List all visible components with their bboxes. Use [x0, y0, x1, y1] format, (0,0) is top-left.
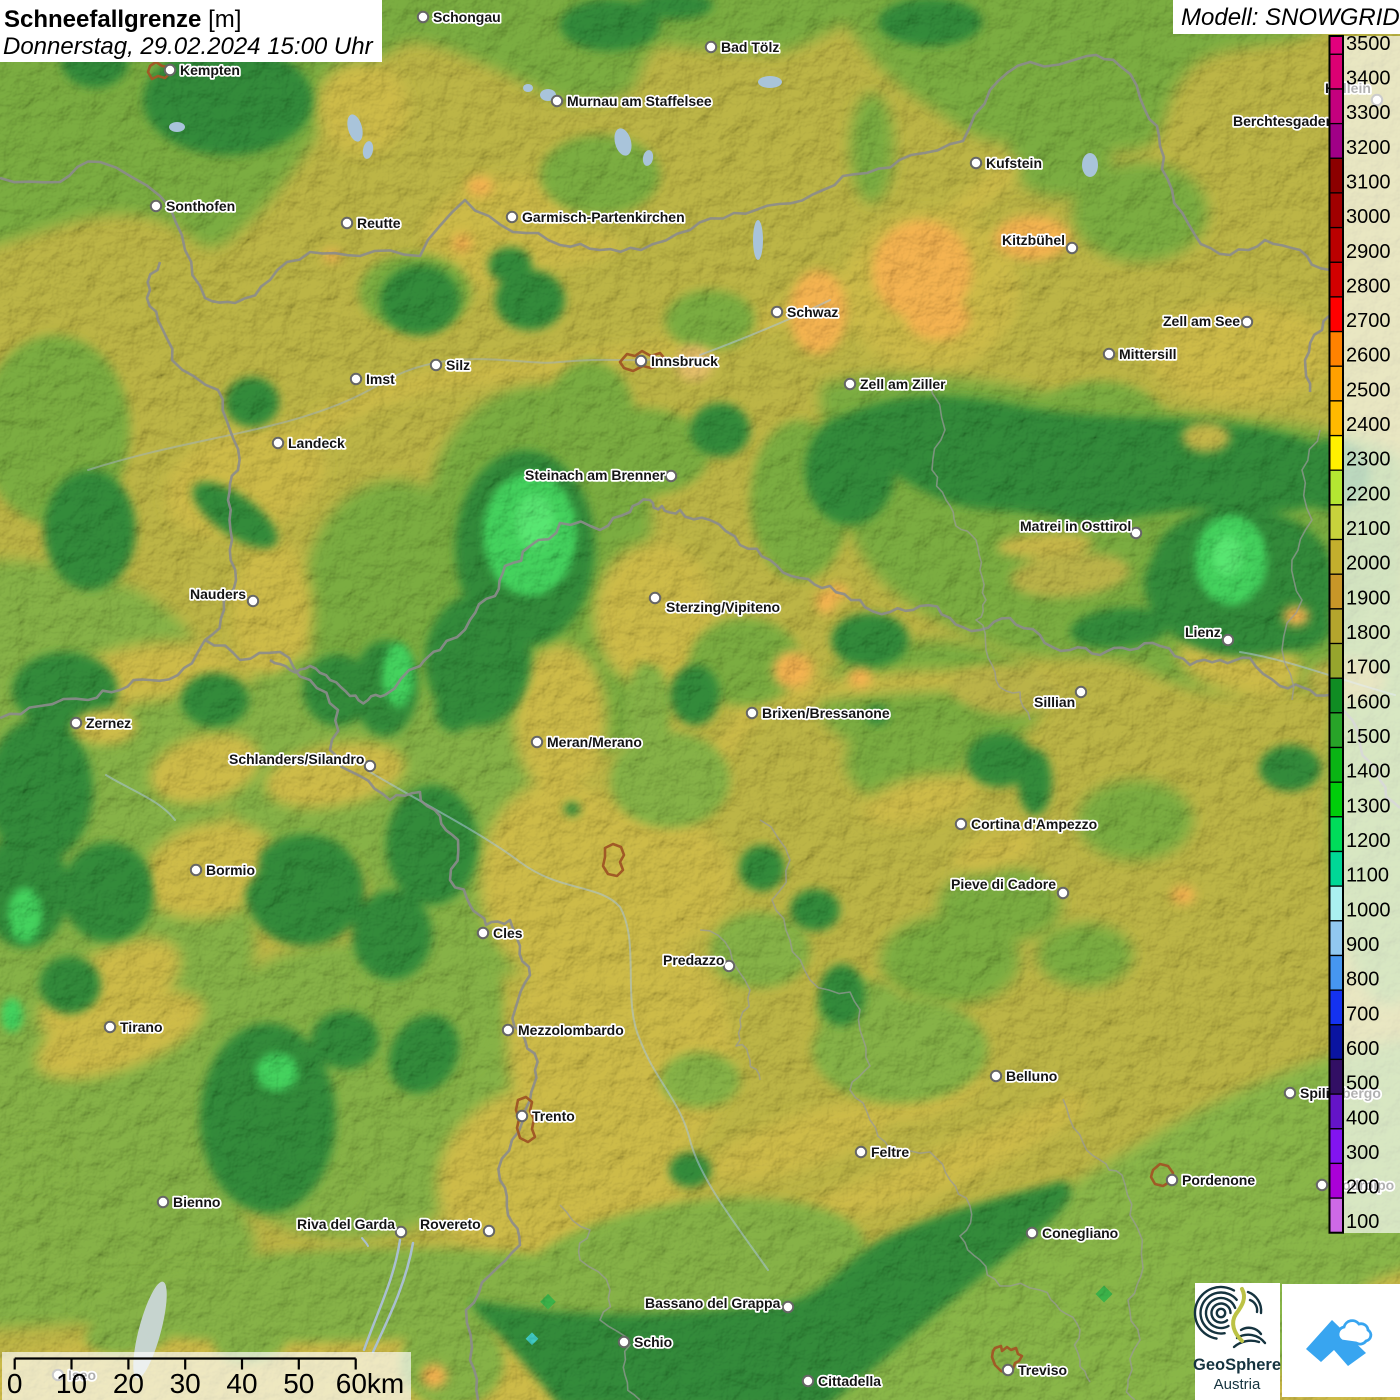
svg-text:600: 600: [1346, 1038, 1379, 1060]
svg-text:Donnerstag, 29.02.2024 15:00 U: Donnerstag, 29.02.2024 15:00 Uhr: [3, 33, 374, 60]
svg-text:Mittersill: Mittersill: [1119, 346, 1177, 362]
svg-text:60km: 60km: [336, 1368, 404, 1399]
svg-text:Schio: Schio: [634, 1334, 672, 1350]
svg-text:Innsbruck: Innsbruck: [651, 353, 718, 369]
svg-text:Schlanders/Silandro: Schlanders/Silandro: [229, 751, 364, 767]
svg-text:Zernez: Zernez: [86, 715, 131, 731]
svg-text:500: 500: [1346, 1073, 1379, 1095]
svg-text:3100: 3100: [1346, 171, 1391, 193]
svg-text:Matrei in Osttirol: Matrei in Osttirol: [1020, 518, 1131, 534]
svg-text:100: 100: [1346, 1211, 1379, 1233]
svg-text:Reutte: Reutte: [357, 215, 401, 231]
svg-text:300: 300: [1346, 1142, 1379, 1164]
svg-text:Treviso: Treviso: [1018, 1362, 1067, 1378]
svg-text:2300: 2300: [1346, 449, 1391, 471]
svg-text:Trento: Trento: [532, 1108, 575, 1124]
svg-text:2500: 2500: [1346, 379, 1391, 401]
svg-text:GeoSphere: GeoSphere: [1193, 1356, 1281, 1374]
svg-text:Pordenone: Pordenone: [1182, 1172, 1255, 1188]
svg-text:700: 700: [1346, 1003, 1379, 1025]
svg-text:2600: 2600: [1346, 345, 1391, 367]
svg-text:2900: 2900: [1346, 241, 1391, 263]
svg-text:Cles: Cles: [493, 925, 523, 941]
svg-text:1800: 1800: [1346, 622, 1391, 644]
svg-text:Kufstein: Kufstein: [986, 155, 1042, 171]
svg-text:2100: 2100: [1346, 518, 1391, 540]
svg-text:3000: 3000: [1346, 206, 1391, 228]
svg-text:Conegliano: Conegliano: [1042, 1225, 1118, 1241]
svg-text:1700: 1700: [1346, 657, 1391, 679]
svg-text:Bienno: Bienno: [173, 1194, 220, 1210]
svg-text:Meran/Merano: Meran/Merano: [547, 734, 642, 750]
svg-text:20: 20: [113, 1368, 144, 1399]
svg-text:1200: 1200: [1346, 830, 1391, 852]
svg-text:Sillian: Sillian: [1034, 694, 1075, 710]
svg-text:2000: 2000: [1346, 553, 1391, 575]
svg-text:400: 400: [1346, 1107, 1379, 1129]
svg-text:Berchtesgaden: Berchtesgaden: [1233, 113, 1334, 129]
svg-text:Pieve di Cadore: Pieve di Cadore: [951, 876, 1056, 892]
svg-text:Predazzo: Predazzo: [663, 952, 724, 968]
svg-text:Nauders: Nauders: [190, 586, 246, 602]
svg-text:Zell am Ziller: Zell am Ziller: [860, 376, 946, 392]
svg-text:Bad Tölz: Bad Tölz: [721, 39, 779, 55]
svg-text:Kempten: Kempten: [180, 62, 240, 78]
svg-text:Cortina d'Ampezzo: Cortina d'Ampezzo: [971, 816, 1097, 832]
svg-text:3400: 3400: [1346, 68, 1391, 90]
svg-text:2700: 2700: [1346, 310, 1391, 332]
svg-text:Brixen/Bressanone: Brixen/Bressanone: [762, 705, 890, 721]
svg-text:2200: 2200: [1346, 483, 1391, 505]
svg-text:Silz: Silz: [446, 357, 470, 373]
svg-text:Belluno: Belluno: [1006, 1068, 1057, 1084]
svg-text:50: 50: [283, 1368, 314, 1399]
svg-text:Garmisch-Partenkirchen: Garmisch-Partenkirchen: [522, 209, 685, 225]
svg-text:Steinach am Brenner: Steinach am Brenner: [525, 467, 666, 483]
svg-text:1500: 1500: [1346, 726, 1391, 748]
svg-text:1600: 1600: [1346, 691, 1391, 713]
svg-text:Schneefallgrenze [m]: Schneefallgrenze [m]: [4, 6, 241, 33]
svg-text:Rovereto: Rovereto: [420, 1216, 481, 1232]
svg-text:2400: 2400: [1346, 414, 1391, 436]
svg-text:1400: 1400: [1346, 761, 1391, 783]
svg-text:Bormio: Bormio: [206, 862, 255, 878]
svg-text:800: 800: [1346, 969, 1379, 991]
svg-text:1900: 1900: [1346, 587, 1391, 609]
svg-text:Imst: Imst: [366, 371, 395, 387]
svg-text:Murnau am Staffelsee: Murnau am Staffelsee: [567, 93, 712, 109]
svg-text:Sonthofen: Sonthofen: [166, 198, 235, 214]
svg-text:3500: 3500: [1346, 33, 1391, 55]
svg-text:1300: 1300: [1346, 795, 1391, 817]
svg-text:30: 30: [170, 1368, 201, 1399]
svg-text:2800: 2800: [1346, 275, 1391, 297]
svg-text:900: 900: [1346, 934, 1379, 956]
svg-text:200: 200: [1346, 1177, 1379, 1199]
svg-text:3200: 3200: [1346, 137, 1391, 159]
svg-text:Mezzolombardo: Mezzolombardo: [518, 1022, 624, 1038]
svg-text:0: 0: [7, 1368, 23, 1399]
svg-text:Bassano del Grappa: Bassano del Grappa: [645, 1295, 781, 1311]
svg-text:Lienz: Lienz: [1185, 624, 1221, 640]
svg-text:Tirano: Tirano: [120, 1019, 163, 1035]
svg-text:1100: 1100: [1346, 865, 1389, 887]
svg-text:Riva del Garda: Riva del Garda: [297, 1216, 395, 1232]
svg-text:Austria: Austria: [1214, 1376, 1261, 1393]
svg-text:3300: 3300: [1346, 102, 1391, 124]
svg-text:Modell: SNOWGRID: Modell: SNOWGRID: [1181, 4, 1400, 31]
svg-text:10: 10: [56, 1368, 87, 1399]
svg-text:Kitzbühel: Kitzbühel: [1002, 232, 1065, 248]
svg-text:Schwaz: Schwaz: [787, 304, 838, 320]
svg-text:Sterzing/Vipiteno: Sterzing/Vipiteno: [666, 599, 780, 615]
svg-text:40: 40: [226, 1368, 257, 1399]
svg-text:1000: 1000: [1346, 899, 1391, 921]
svg-text:Cittadella: Cittadella: [818, 1373, 881, 1389]
svg-text:Landeck: Landeck: [288, 435, 345, 451]
svg-text:Schongau: Schongau: [433, 9, 501, 25]
svg-text:Zell am See: Zell am See: [1163, 313, 1240, 329]
svg-text:Feltre: Feltre: [871, 1144, 909, 1160]
